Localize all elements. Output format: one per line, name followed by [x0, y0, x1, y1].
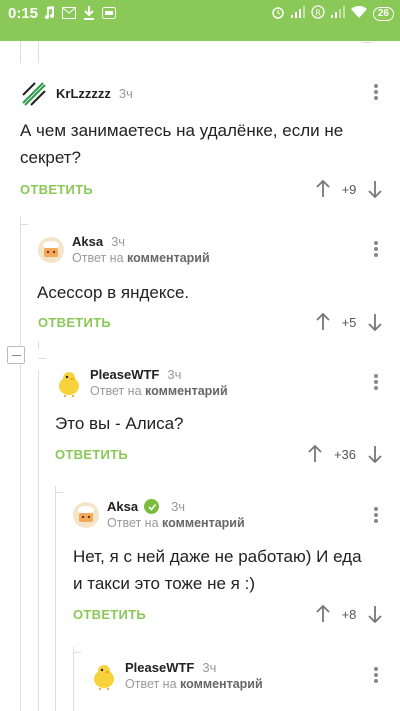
- comment-score: +5: [341, 314, 357, 330]
- reply-reference[interactable]: Ответ на комментарий: [90, 384, 228, 398]
- upvote-arrow-icon[interactable]: [313, 179, 333, 199]
- download-icon: [82, 6, 96, 20]
- app-icon: [102, 6, 116, 20]
- header-band: [0, 28, 400, 41]
- comment-score: +9: [341, 181, 357, 197]
- thread-line: [20, 216, 21, 711]
- comment-time: 3ч: [167, 367, 182, 382]
- thread-dash: [55, 492, 63, 493]
- avatar[interactable]: [36, 235, 66, 265]
- reply-button[interactable]: ОТВЕТИТЬ: [20, 182, 93, 197]
- collapse-thread-button[interactable]: [7, 346, 25, 364]
- comment-time: 3ч: [171, 499, 186, 514]
- svg-text:R: R: [315, 9, 321, 18]
- mail-icon: [62, 6, 76, 20]
- thread-line: [38, 370, 39, 711]
- clock: 0:15: [8, 5, 39, 22]
- vote-controls: +36: [305, 444, 385, 464]
- wifi-icon: [350, 5, 367, 21]
- comment-score: +36: [333, 446, 357, 462]
- comment-author[interactable]: PleaseWTF: [90, 367, 159, 382]
- avatar[interactable]: [71, 500, 101, 530]
- reply-reference[interactable]: Ответ на комментарий: [125, 677, 263, 691]
- reply-reference[interactable]: Ответ на комментарий: [72, 251, 210, 265]
- reply-button[interactable]: ОТВЕТИТЬ: [55, 447, 128, 462]
- comment-author[interactable]: KrLzzzzz: [56, 86, 111, 101]
- thread-line: [20, 41, 21, 63]
- avatar[interactable]: [18, 78, 48, 108]
- battery-indicator: 26: [372, 6, 394, 21]
- thread-dash: [73, 652, 81, 653]
- comment-text: А чем занимаетесь на удалёнке, если не с…: [20, 121, 344, 167]
- comment-time: 3ч: [202, 660, 217, 675]
- upvote-arrow-icon[interactable]: [313, 604, 333, 624]
- downvote-arrow-icon[interactable]: [365, 179, 385, 199]
- downvote-arrow-icon[interactable]: [365, 312, 385, 332]
- reply-button[interactable]: ОТВЕТИТЬ: [38, 315, 111, 330]
- reply-reference[interactable]: Ответ на комментарий: [107, 516, 245, 530]
- comment-text: Нет, я с ней даже не работаю) И еда и та…: [73, 547, 362, 593]
- roaming-icon: R: [311, 5, 325, 22]
- comment-text: Это вы - Алиса?: [55, 414, 184, 433]
- thread-line: [55, 486, 56, 711]
- signal-icon: [290, 6, 305, 21]
- more-options-button[interactable]: [371, 372, 381, 392]
- music-note-icon: [42, 6, 56, 20]
- comment-author[interactable]: Aksa: [107, 499, 138, 514]
- thread-line: [38, 41, 39, 63]
- more-options-button[interactable]: [371, 665, 381, 685]
- upvote-arrow-icon[interactable]: [313, 312, 333, 332]
- comment-time: 3ч: [111, 234, 126, 249]
- downvote-arrow-icon[interactable]: [365, 444, 385, 464]
- more-options-button[interactable]: [371, 505, 381, 525]
- signal-icon-2: [330, 6, 345, 21]
- upvote-arrow-icon[interactable]: [305, 444, 325, 464]
- comment-time: 3ч: [118, 85, 133, 101]
- thread-dash: [38, 358, 46, 359]
- alarm-icon: [271, 5, 285, 22]
- avatar[interactable]: [54, 368, 84, 398]
- vote-controls: +8: [313, 604, 385, 624]
- comment-score: +8: [341, 606, 357, 622]
- avatar[interactable]: [89, 661, 119, 691]
- reply-button[interactable]: ОТВЕТИТЬ: [73, 607, 146, 622]
- thread-line: [38, 341, 39, 349]
- vote-controls: +9: [313, 179, 385, 199]
- verified-check-icon: [144, 499, 160, 514]
- comment-author[interactable]: Aksa: [72, 234, 103, 249]
- more-options-button[interactable]: [371, 239, 381, 259]
- vote-controls: +5: [313, 312, 385, 332]
- status-bar: 0:15 R 26: [0, 0, 400, 28]
- comment-text: Асессор в яндексе.: [37, 283, 190, 302]
- thread-dash: [20, 224, 28, 225]
- thread-dash: [363, 42, 371, 43]
- comment-author[interactable]: PleaseWTF: [125, 660, 194, 675]
- downvote-arrow-icon[interactable]: [365, 604, 385, 624]
- more-options-button[interactable]: [371, 82, 381, 102]
- thread-line: [73, 647, 74, 711]
